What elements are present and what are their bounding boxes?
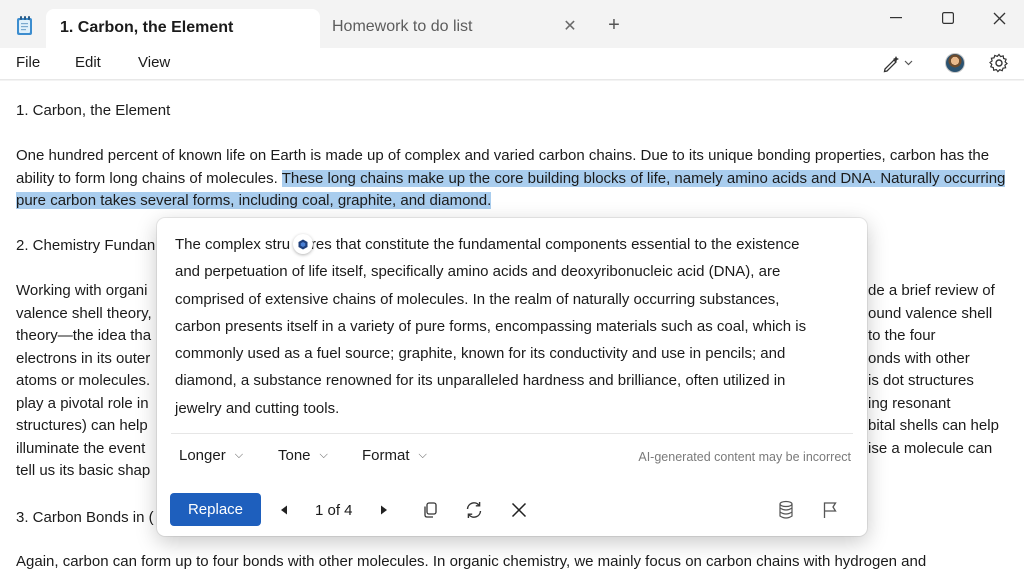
pen-sparkle-icon (883, 56, 913, 73)
rewrite-button[interactable] (882, 52, 914, 74)
paragraph-2-left: Working with organi valence shell theory… (16, 280, 152, 483)
close-icon (511, 502, 527, 518)
text-line: bital shells can help (868, 417, 999, 434)
ai-disclaimer: AI-generated content may be incorrect (638, 450, 851, 464)
text-line: theory—the idea tha (16, 327, 152, 344)
heading-1: 1. Carbon, the Element (16, 102, 171, 119)
plus-icon[interactable]: + (604, 15, 624, 36)
suggestion-line: jewelry and cutting tools. (175, 399, 340, 417)
next-button[interactable] (372, 498, 396, 522)
suggestion-line: The complex stru ures that constitute th… (175, 236, 800, 253)
text-line: atoms or molecules. (16, 372, 151, 389)
previous-icon (281, 505, 287, 515)
close-icon (993, 12, 1005, 24)
text-line: Working with organi (16, 282, 148, 299)
chevron-down-icon: ⌵ (418, 449, 427, 461)
format-label: Format (362, 447, 410, 464)
text-line: structures) can help (16, 417, 148, 434)
next-icon (381, 505, 387, 515)
text-line: electrons in its outer (16, 349, 151, 367)
tab-label: 1. Carbon, the Element (60, 19, 234, 36)
text-line: ise a molecule can (868, 439, 993, 457)
text-line: illuminate the event (16, 439, 146, 457)
paragraph-2-right: de a brief review of ound valence shell … (868, 280, 999, 460)
avatar[interactable] (945, 52, 965, 74)
tone-label: Tone (278, 447, 311, 464)
tab-homework[interactable]: Homework to do list ✕ (320, 9, 588, 45)
longer-label: Longer (179, 447, 226, 464)
text-line: ing resonant (868, 394, 951, 412)
suggestion-line: carbon presents itself in a variety of p… (175, 317, 807, 335)
feedback-flag-button[interactable] (818, 498, 842, 522)
gear-icon (989, 53, 1008, 73)
notepad-icon (17, 16, 32, 35)
replace-button[interactable]: Replace (170, 493, 261, 526)
paragraph-1: One hundred percent of known life on Ear… (16, 145, 1006, 213)
close-icon[interactable]: ✕ (560, 17, 580, 37)
menu-bar: File Edit View (0, 48, 1024, 80)
copy-icon (424, 502, 437, 518)
copy-button[interactable] (418, 498, 442, 522)
suggestion-line: diamond, a substance renowned for its un… (175, 372, 786, 390)
settings-button[interactable] (989, 52, 1009, 74)
close-window-button[interactable] (977, 6, 1021, 30)
tab-carbon[interactable]: 1. Carbon, the Element (46, 9, 320, 48)
minimize-icon (890, 17, 902, 19)
text-line: valence shell theory, (16, 304, 152, 322)
menu-view[interactable]: View (138, 54, 170, 71)
text-line: de a brief review of (868, 282, 995, 299)
dismiss-button[interactable] (507, 498, 531, 522)
chevron-down-icon: ⌵ (234, 449, 244, 461)
divider (171, 433, 853, 434)
profile-avatar (945, 53, 965, 73)
page-indicator: 1 of 4 (315, 502, 353, 519)
longer-dropdown[interactable]: Longer ⌵ (179, 447, 243, 464)
suggestion-line: comprised of extensive chains of molecul… (175, 290, 780, 308)
copilot-cursor (293, 234, 313, 254)
refresh-icon (466, 502, 482, 518)
format-dropdown[interactable]: Format ⌵ (362, 447, 427, 464)
paragraph-3: Again, carbon can form up to four bonds … (16, 553, 927, 570)
regenerate-button[interactable] (462, 498, 486, 522)
chevron-down-icon: ⌵ (319, 449, 328, 461)
text-line: tell us its basic shap (16, 462, 151, 479)
text-line: to the four (868, 327, 936, 344)
minimize-button[interactable] (874, 6, 918, 30)
tab-label: Homework to do list (332, 18, 473, 35)
text-line: play a pivotal role in (16, 394, 149, 412)
menu-edit[interactable]: Edit (75, 54, 101, 71)
tone-dropdown[interactable]: Tone ⌵ (278, 447, 328, 464)
suggestion-line: and perpetuation of life itself, specifi… (175, 263, 781, 281)
text-line: ound valence shell (868, 304, 993, 322)
hexagon-icon (298, 239, 308, 249)
flag-icon (823, 502, 837, 518)
menu-file[interactable]: File (16, 54, 40, 71)
text-line: is dot structures (868, 372, 974, 389)
rewrite-suggestion: The complex stru ures that constitute th… (175, 231, 847, 422)
database-icon (779, 500, 793, 519)
previous-button[interactable] (272, 498, 296, 522)
maximize-button[interactable] (926, 6, 970, 30)
suggestion-line: commonly used as a fuel source; graphite… (175, 345, 786, 363)
database-button[interactable] (774, 498, 798, 522)
title-bar: 1. Carbon, the Element Homework to do li… (0, 0, 1024, 48)
text-line: onds with other (868, 349, 970, 367)
rewrite-popup: The complex stru ures that constitute th… (157, 218, 867, 536)
maximize-icon (942, 12, 954, 24)
